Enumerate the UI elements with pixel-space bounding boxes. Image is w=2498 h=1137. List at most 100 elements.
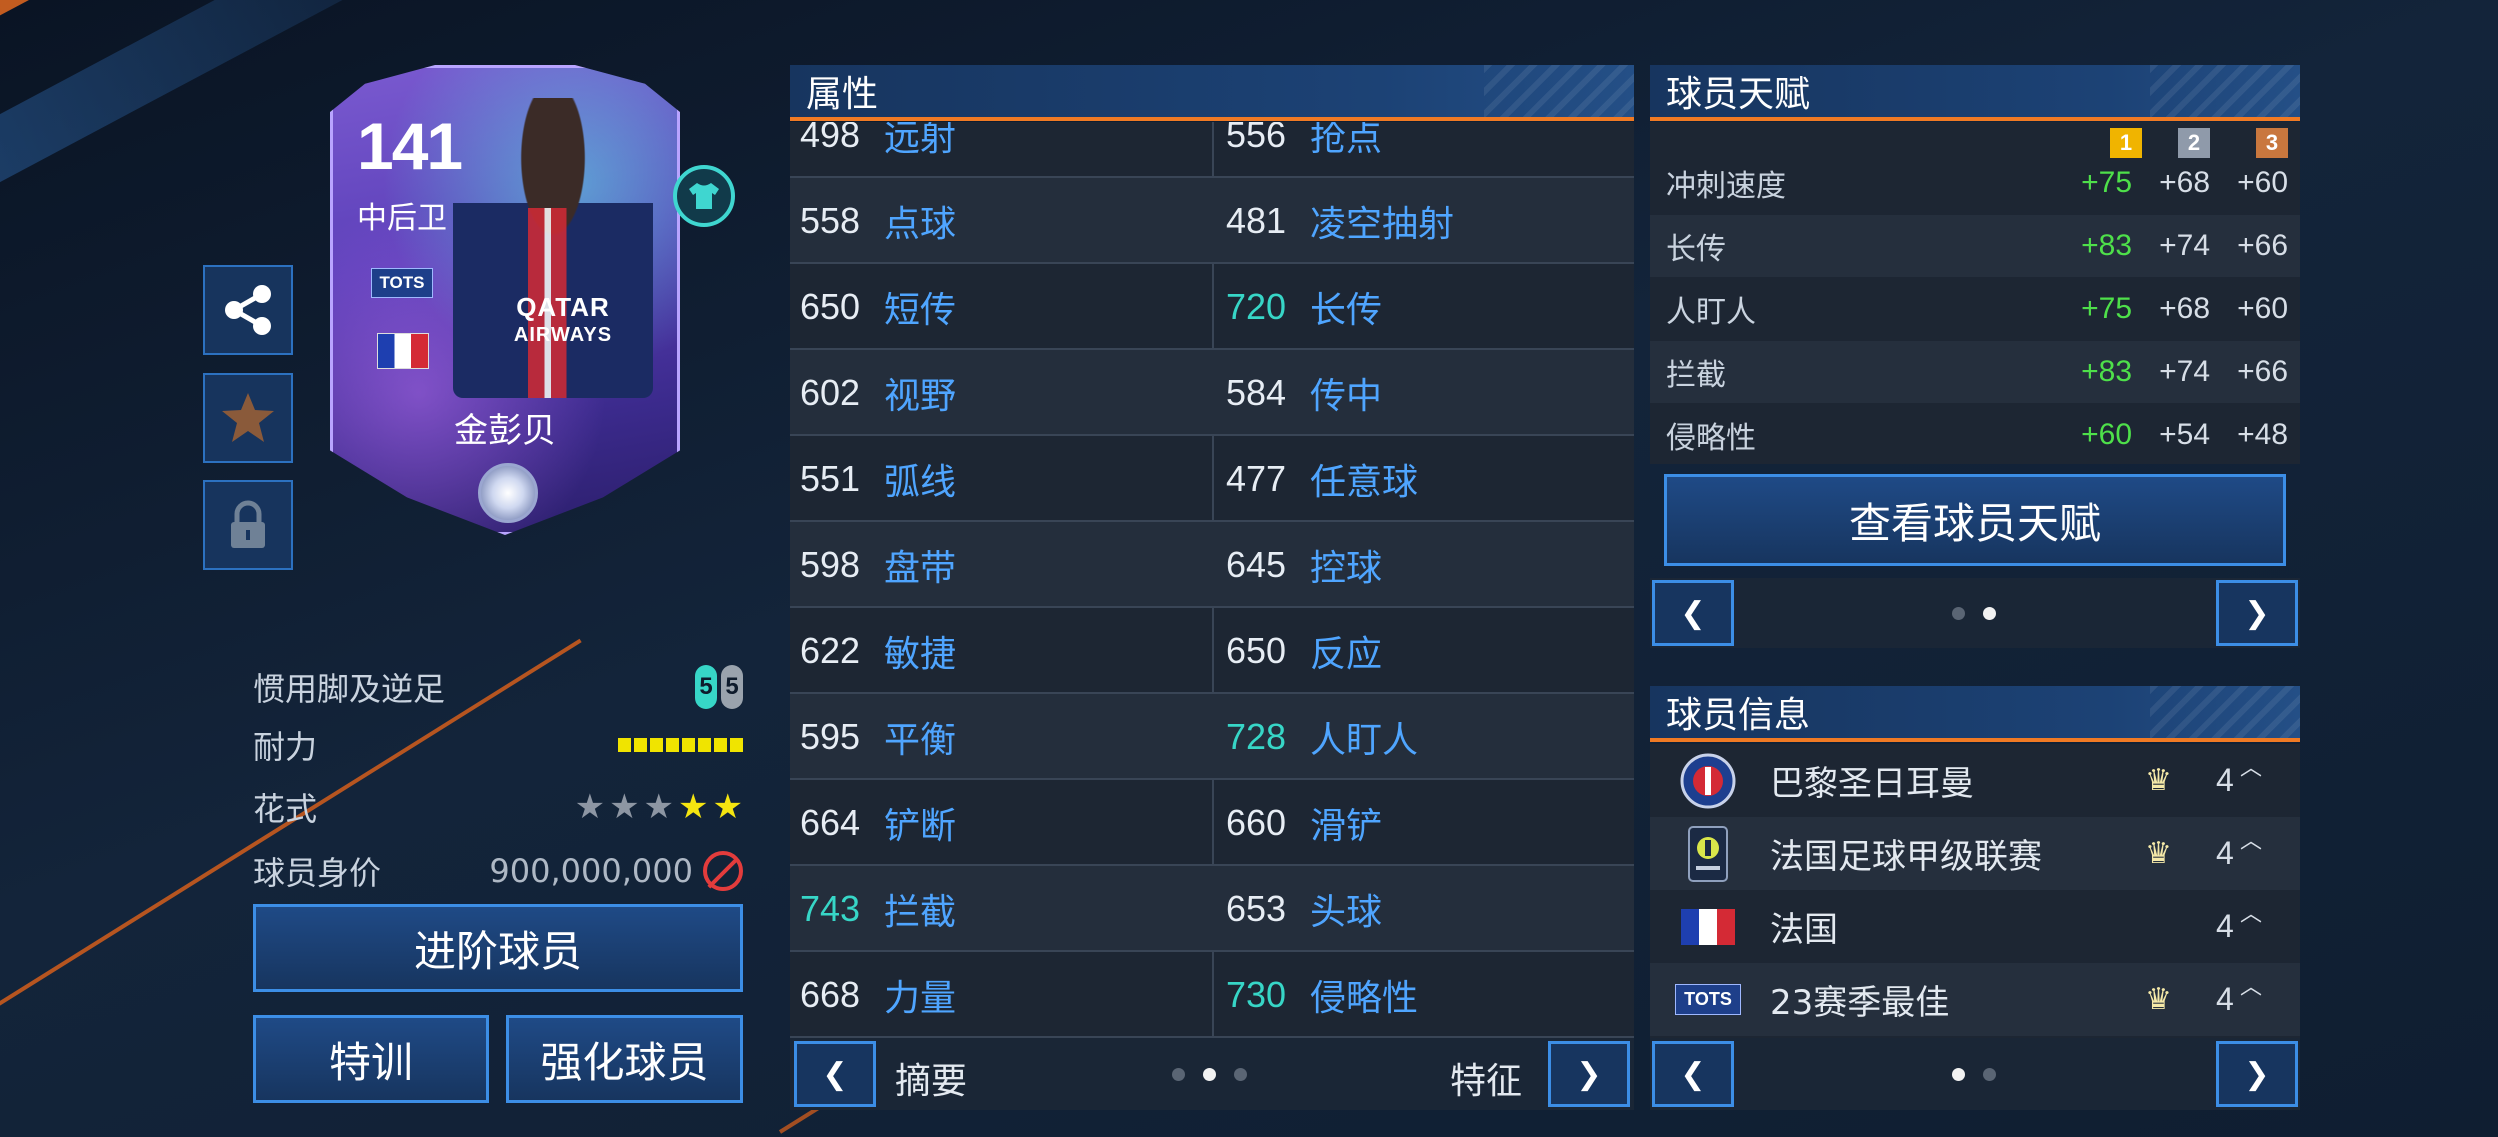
attribute-value: 481 <box>1226 200 1287 241</box>
trait-name: 冲刺速度 <box>1666 169 1786 204</box>
lock-button[interactable] <box>203 480 293 570</box>
trait-bonus-1: +60 <box>2081 418 2132 451</box>
stamina-segment <box>666 738 679 752</box>
strong-foot-badge: 5 <box>695 665 717 709</box>
player-info-prev-button[interactable]: ❮ <box>1652 1041 1734 1107</box>
chemistry-rating: 4 <box>2216 981 2234 1017</box>
player-info-label: 法国足球甲级联赛 <box>1770 837 2042 877</box>
stamina-segment <box>618 738 631 752</box>
attribute-cell-right: 645 控球 <box>1226 522 1382 608</box>
player-info-row[interactable]: TOTS 23赛季最佳 ♛ 4 ︿ <box>1650 963 2300 1036</box>
player-info-label: 巴黎圣日耳曼 <box>1770 764 1974 804</box>
attributes-table[interactable]: 498 远射 556 抢点 558 点球 481 凌空抽射 650 短传 720 长传 602 视野 584… <box>790 122 1634 1038</box>
stamina-segment <box>650 738 663 752</box>
attribute-row: 598 盘带 645 控球 <box>790 522 1634 608</box>
attribute-value: 477 <box>1226 458 1287 499</box>
attribute-cell-left: 598 盘带 <box>800 522 956 608</box>
attribute-value: 595 <box>800 716 861 757</box>
player-info-next-button[interactable]: ❯ <box>2216 1041 2298 1107</box>
page-dot <box>1172 1068 1185 1081</box>
traits-title: 球员天赋 <box>1666 74 1811 115</box>
enhance-player-button[interactable]: 强化球员 <box>506 1015 743 1103</box>
skill-label: 花式 <box>253 790 318 828</box>
trait-bonus-3: +60 <box>2237 292 2288 325</box>
tots-badge-text: TOTS <box>1675 984 1741 1015</box>
attribute-name: 铲断 <box>884 806 957 847</box>
attributes-prev-button[interactable]: ❮ <box>794 1041 876 1107</box>
player-info-row[interactable]: 法国 4 ︿ <box>1650 890 2300 963</box>
trait-bonus-3: +66 <box>2237 229 2288 262</box>
attribute-cell-right: 653 头球 <box>1226 866 1382 952</box>
share-icon <box>218 280 278 340</box>
favorite-button[interactable] <box>203 373 293 463</box>
attribute-name: 侵略性 <box>1310 978 1419 1019</box>
attribute-cell-left: 668 力量 <box>800 952 956 1038</box>
star-icon <box>218 388 278 448</box>
page-dot <box>1952 1068 1965 1081</box>
attribute-name: 控球 <box>1310 548 1383 589</box>
attribute-cell-left: 558 点球 <box>800 178 956 264</box>
player-info-label: 法国 <box>1770 910 1838 950</box>
attribute-row: 743 拦截 653 头球 <box>790 866 1634 952</box>
upgrade-player-button[interactable]: 进阶球员 <box>253 904 743 992</box>
attribute-name: 点球 <box>884 204 957 245</box>
player-info-header: 球员信息 <box>1650 686 2300 742</box>
view-traits-button[interactable]: 查看球员天赋 <box>1664 474 2286 566</box>
attribute-name: 滑铲 <box>1310 806 1383 847</box>
not-tradable-icon <box>703 851 743 891</box>
trait-bonus-3: +60 <box>2237 166 2288 199</box>
player-info-row[interactable]: 巴黎圣日耳曼 ♛ 4 ︿ <box>1650 744 2300 817</box>
shirt-icon[interactable] <box>673 165 735 227</box>
player-info-row[interactable]: 法国足球甲级联赛 ♛ 4 ︿ <box>1650 817 2300 890</box>
attributes-title: 属性 <box>806 74 879 115</box>
card-position: 中后卫 <box>357 201 447 236</box>
page-dot <box>1983 1068 1996 1081</box>
attribute-row: 664 铲断 660 滑铲 <box>790 780 1634 866</box>
attribute-cell-left: 498 远射 <box>800 122 956 178</box>
chevron-up-icon: ︿ <box>2240 975 2263 1000</box>
ligue1-logo-icon <box>1680 825 1736 882</box>
stamina-segment <box>698 738 711 752</box>
stamina-segment <box>730 738 743 752</box>
program-badge: TOTS <box>371 268 433 298</box>
traits-next-button[interactable]: ❯ <box>2216 580 2298 646</box>
player-info-title: 球员信息 <box>1666 695 1811 736</box>
attribute-name: 力量 <box>884 978 957 1019</box>
trait-row: 冲刺速度 +75 +68 +60 <box>1650 152 2300 214</box>
attribute-cell-left: 622 敏捷 <box>800 608 956 694</box>
training-button[interactable]: 特训 <box>253 1015 489 1103</box>
trait-bonus-1: +75 <box>2081 292 2132 325</box>
attribute-name: 弧线 <box>884 462 957 503</box>
crown-icon: ♛ <box>2145 836 2172 871</box>
attribute-cell-right: 720 长传 <box>1226 264 1382 350</box>
trait-row: 人盯人 +75 +68 +60 <box>1650 278 2300 340</box>
trait-bonus-1: +75 <box>2081 166 2132 199</box>
attribute-value: 602 <box>800 372 861 413</box>
attributes-footer: ❮ 摘要 特征 ❯ <box>790 1038 1634 1110</box>
attribute-row: 595 平衡 728 人盯人 <box>790 694 1634 780</box>
traits-prev-button[interactable]: ❮ <box>1652 580 1734 646</box>
trait-bonus-2: +68 <box>2159 166 2210 199</box>
skill-row: 花式 ★ ★ ★ ★ ★ <box>253 782 743 832</box>
attributes-next-button[interactable]: ❯ <box>1548 1041 1630 1107</box>
card-player-name: 金彭贝 <box>454 411 556 451</box>
attribute-name: 盘带 <box>884 548 957 589</box>
player-card[interactable]: QATAR AIRWAYS 141 中后卫 TOTS 金彭贝 <box>330 65 680 535</box>
chevron-right-icon: ❯ <box>2244 1056 2270 1092</box>
stamina-label: 耐力 <box>253 728 318 766</box>
share-button[interactable] <box>203 265 293 355</box>
trait-row: 侵略性 +60 +54 +48 <box>1650 404 2300 466</box>
attributes-prev-label: 摘要 <box>895 1061 968 1102</box>
page-dot <box>1983 607 1996 620</box>
attribute-value: 584 <box>1226 372 1287 413</box>
trait-name: 拦截 <box>1666 358 1726 393</box>
attribute-cell-left: 551 弧线 <box>800 436 956 522</box>
sponsor-line-1: QATAR <box>516 292 610 322</box>
attribute-cell-right: 481 凌空抽射 <box>1226 178 1454 264</box>
attribute-name: 短传 <box>884 290 957 331</box>
attribute-row: 668 力量 730 侵略性 <box>790 952 1634 1038</box>
attribute-row: 602 视野 584 传中 <box>790 350 1634 436</box>
page-dot <box>1203 1068 1216 1081</box>
attribute-name: 抢点 <box>1310 122 1383 159</box>
chemistry-rating: 4 <box>2216 762 2234 798</box>
